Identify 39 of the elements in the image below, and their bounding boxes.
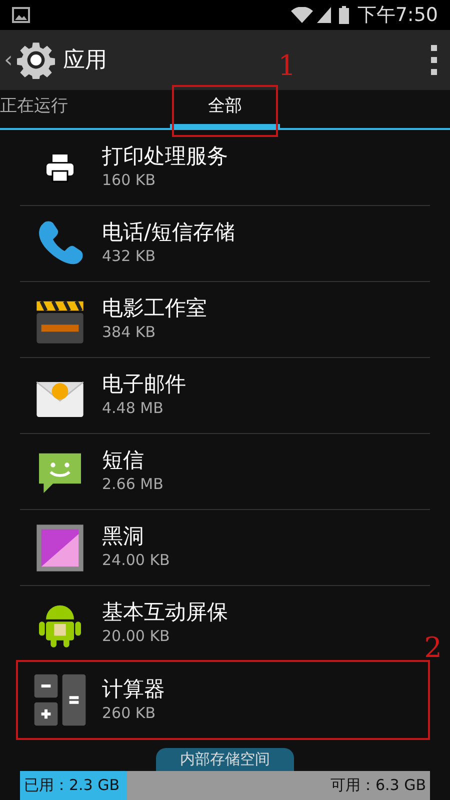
app-name: 短信 [102,447,145,474]
app-list-item[interactable]: 黑洞 24.00 KB [20,510,430,586]
app-name: 电影工作室 [102,295,207,322]
app-name: 黑洞 [102,523,145,550]
gear-icon [16,41,55,79]
app-list-item[interactable]: 电话/短信存储 432 KB [20,206,430,282]
calculator-icon [32,672,88,728]
storage-used-text: 已用：2.3 GB [23,775,120,796]
tab[interactable]: 正在运行 [0,90,170,128]
picture-notification-icon [12,7,30,23]
tab[interactable]: 全部 [170,90,280,128]
screen-title: 应用 [62,46,107,74]
app-size: 160 KB [102,170,157,192]
app-name: 电子邮件 [102,371,186,398]
app-size: 20.00 KB [102,626,171,648]
storage-label: 内部存储空间 [156,748,294,770]
app-size: 260 KB [102,702,157,724]
annotation-number: 1 [278,52,296,80]
signal-icon [317,7,332,23]
app-size: 384 KB [102,322,157,344]
app-name: 打印处理服务 [102,143,228,170]
app-name: 基本互动屏保 [102,599,228,626]
app-list-item[interactable]: 短信 2.66 MB [20,434,430,510]
overflow-menu-button[interactable] [430,45,438,75]
storage-free-text: 可用：6.3 GB [330,775,427,796]
app-size: 2.66 MB [102,474,164,496]
wifi-icon [291,7,314,23]
app-list-item[interactable]: 计算器 260 KB [20,662,430,738]
status-time: 下午7:50 [357,2,438,28]
battery-icon [339,6,350,24]
app-list-item[interactable]: 打印处理服务 160 KB [20,130,430,206]
app-list-item[interactable]: 电影工作室 384 KB [20,282,430,358]
app-size: 24.00 KB [102,550,170,572]
app-name: 计算器 [102,676,165,702]
app-size: 4.48 MB [102,398,164,420]
app-size: 432 KB [102,246,157,268]
back-button[interactable]: ‹ [4,41,55,79]
app-list-item[interactable]: 电子邮件 4.48 MB [20,358,430,434]
app-name: 电话/短信存储 [102,219,236,246]
